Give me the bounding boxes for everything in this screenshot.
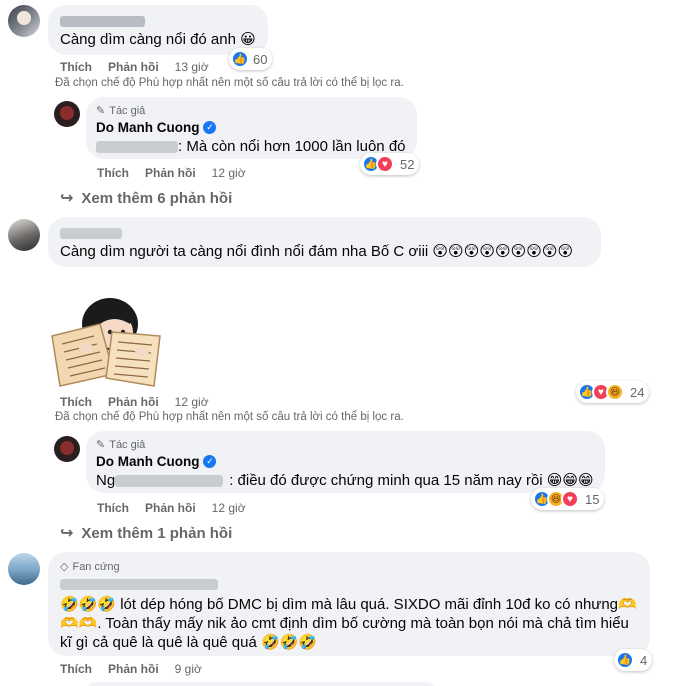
- comment-text: Càng dìm người ta càng nổi đình nổi đám …: [60, 243, 574, 260]
- love-reaction-icon: ♥: [376, 155, 394, 173]
- view-more-replies[interactable]: ↪ Xem thêm 1 phản hồi: [60, 523, 232, 543]
- fan-badge: ◇ Fan cứng: [60, 560, 120, 574]
- author-name[interactable]: Do Manh Cuong ✓: [96, 454, 217, 469]
- like-button[interactable]: Thích: [97, 166, 129, 180]
- reaction-count[interactable]: 👍 ♥ 52: [360, 153, 420, 175]
- like-button[interactable]: Thích: [60, 60, 92, 74]
- comment-text-line: 🫶🫶. Toàn thấy mấy nik ảo cmt định dìm bố…: [60, 615, 629, 632]
- mention-name[interactable]: [96, 141, 178, 153]
- reply-text: Ng : điều đó được chứng minh qua 15 năm …: [96, 471, 594, 491]
- timestamp[interactable]: 12 giờ: [175, 395, 209, 409]
- filter-notice: Đã chọn chế độ Phù hợp nhất nên một số c…: [55, 411, 404, 423]
- reaction-count[interactable]: 👍 4: [614, 649, 653, 671]
- commenter-name[interactable]: [60, 577, 218, 595]
- author-avatar[interactable]: [54, 436, 80, 462]
- reply-button[interactable]: Phản hồi: [108, 60, 159, 74]
- like-reaction-icon: 👍: [616, 651, 634, 669]
- reply-arrow-icon: ↪: [60, 190, 74, 207]
- like-button[interactable]: Thích: [60, 662, 92, 676]
- love-reaction-icon: ♥: [561, 490, 579, 508]
- avatar[interactable]: [8, 5, 40, 37]
- mention-name[interactable]: Ng: [96, 471, 115, 491]
- author-tag: ✎ Tác giả: [96, 104, 146, 118]
- reply-bubble: ✎ Tác giả Do Manh Cuong ✓ : Mà còn nổi hơn…: [86, 97, 417, 159]
- timestamp[interactable]: 9 giờ: [175, 662, 202, 676]
- mention-name-blur[interactable]: [115, 475, 224, 487]
- view-more-replies[interactable]: ↪ Xem thêm 6 phản hồi: [60, 188, 232, 208]
- diamond-icon: ◇: [60, 561, 69, 573]
- timestamp[interactable]: 13 giờ: [175, 60, 209, 74]
- pencil-icon: ✎: [96, 439, 106, 451]
- haha-reaction-icon: 😆: [606, 383, 624, 401]
- author-avatar[interactable]: [54, 101, 80, 127]
- pencil-icon: ✎: [96, 105, 106, 117]
- comment-text-line: kĩ gì cả quê là quê là quê quá 🤣🤣🤣: [60, 634, 318, 651]
- like-reaction-icon: 👍: [231, 50, 249, 68]
- reply-button[interactable]: Phản hồi: [108, 662, 159, 676]
- timestamp[interactable]: 12 giờ: [212, 166, 246, 180]
- comment-bubble: Càng dìm càng nổi đó anh 😀: [48, 5, 268, 55]
- filter-notice: Đã chọn chế độ Phù hợp nhất nên một số c…: [55, 77, 404, 89]
- author-name[interactable]: Do Manh Cuong ✓: [96, 120, 217, 135]
- sticker-image[interactable]: [50, 296, 168, 388]
- avatar[interactable]: [8, 553, 40, 585]
- reaction-count[interactable]: 👍 60: [229, 48, 273, 70]
- verified-badge-icon: ✓: [203, 121, 217, 134]
- reply-bubble: ✎ Tác giả Do Manh Cuong ✓ Ng : điều đó đượ…: [86, 431, 605, 493]
- reply-button[interactable]: Phản hồi: [108, 395, 159, 409]
- comment-text-line: 🤣🤣🤣 lót dép hóng bố DMC bị dìm mà lâu qu…: [60, 596, 637, 613]
- verified-badge-icon: ✓: [203, 455, 217, 468]
- reaction-count[interactable]: 👍 😆 ♥ 15: [531, 488, 605, 510]
- avatar[interactable]: [8, 219, 40, 251]
- reply-button[interactable]: Phản hồi: [145, 166, 196, 180]
- next-comment-bubble: [86, 682, 436, 686]
- like-button[interactable]: Thích: [97, 501, 129, 515]
- reaction-count[interactable]: 👍 ♥ 😆 24: [576, 381, 650, 403]
- reply-text: : Mà còn nổi hơn 1000 lần luôn đó: [96, 137, 406, 157]
- author-tag: ✎ Tác giả: [96, 438, 146, 452]
- timestamp[interactable]: 12 giờ: [212, 501, 246, 515]
- comment-bubble: ◇ Fan cứng 🤣🤣🤣 lót dép hóng bố DMC bị dìm…: [48, 552, 650, 656]
- reply-arrow-icon: ↪: [60, 525, 74, 542]
- comment-bubble: Càng dìm người ta càng nổi đình nổi đám …: [48, 217, 601, 267]
- reply-button[interactable]: Phản hồi: [145, 501, 196, 515]
- like-button[interactable]: Thích: [60, 395, 92, 409]
- comment-text: Càng dìm càng nổi đó anh 😀: [60, 31, 256, 48]
